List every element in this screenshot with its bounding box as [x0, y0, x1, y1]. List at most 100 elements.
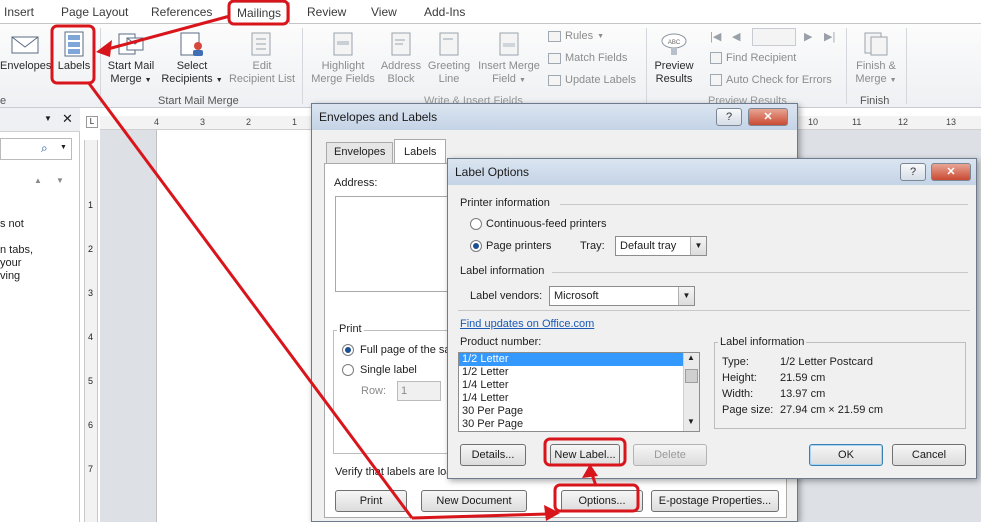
scroll-up-icon[interactable]: ▲ [687, 353, 695, 362]
delete-button[interactable]: Delete [633, 444, 707, 466]
nav-text-line: your [0, 257, 22, 269]
tab-mailings[interactable]: Mailings [228, 2, 291, 25]
verify-labels-text: Verify that labels are loa [335, 466, 453, 478]
envelope-icon [11, 36, 39, 54]
label-options-dialog: Label Options ? ✕ Printer information Co… [447, 158, 977, 479]
help-button[interactable]: ? [900, 163, 926, 181]
next-record-icon[interactable]: ▶ [804, 30, 812, 43]
close-pane-icon[interactable]: ✕ [62, 111, 73, 127]
row-label: Row: [361, 385, 387, 397]
tab-envelopes[interactable]: Envelopes [326, 142, 394, 163]
full-page-radio[interactable] [342, 344, 354, 356]
tab-page-layout[interactable]: Page Layout [61, 5, 128, 19]
list-item[interactable]: 30 Per Page [459, 418, 699, 431]
single-label-radio[interactable] [342, 364, 354, 376]
list-item[interactable]: 1/2 Letter [459, 353, 699, 366]
close-button[interactable]: ✕ [748, 108, 788, 126]
new-document-button[interactable]: New Document [421, 490, 527, 512]
scroll-down-icon[interactable]: ▼ [687, 417, 695, 426]
greeting-line-button[interactable]: Greeting Line [424, 30, 474, 86]
tray-label: Tray: [580, 240, 605, 252]
details-button[interactable]: Details... [460, 444, 526, 466]
envelopes-button[interactable]: Envelopes [0, 30, 51, 73]
navigation-search-input[interactable]: ⌕ ▼ [0, 138, 72, 160]
previous-result-icon[interactable]: ▲ [34, 176, 42, 185]
match-fields-button[interactable]: Match Fields [548, 52, 627, 64]
cancel-button[interactable]: Cancel [892, 444, 966, 466]
ruler-number: 6 [88, 420, 94, 430]
first-record-icon[interactable]: |◀ [710, 30, 721, 43]
dialog-title: Label Options [455, 165, 530, 179]
print-button[interactable]: Print [335, 490, 407, 512]
tab-envelopes-label: Envelopes [334, 146, 386, 158]
list-item[interactable]: 1/2 Letter [459, 366, 699, 379]
tab-selector[interactable]: L [86, 116, 98, 128]
edit-recipient-list-button[interactable]: Edit Recipient List [226, 30, 298, 86]
vertical-ruler[interactable]: 1 2 3 4 5 6 7 [84, 140, 98, 522]
next-result-icon[interactable]: ▼ [56, 176, 64, 185]
new-label-button[interactable]: New Label... [550, 444, 620, 466]
e-postage-properties-button[interactable]: E-postage Properties... [651, 490, 779, 512]
new-label-label: New Label... [554, 449, 616, 461]
find-updates-link[interactable]: Find updates on Office.com [460, 318, 594, 330]
scroll-thumb[interactable] [685, 369, 698, 383]
row-input[interactable]: 1 [397, 381, 441, 401]
tab-view[interactable]: View [371, 5, 397, 19]
rules-button[interactable]: Rules ▼ [548, 30, 604, 42]
tray-select[interactable]: Default tray ▼ [615, 236, 707, 256]
tab-add-ins[interactable]: Add-Ins [424, 5, 465, 19]
rules-icon [548, 30, 561, 42]
tab-labels[interactable]: Labels [394, 139, 447, 164]
chevron-down-icon[interactable]: ▼ [678, 287, 694, 305]
insert-merge-label-2: Field [492, 73, 516, 85]
chevron-down-icon[interactable]: ▼ [690, 237, 706, 255]
options-button[interactable]: Options... [561, 490, 643, 512]
chevron-down-icon: ▼ [597, 32, 605, 40]
info-value: 1/2 Letter Postcard [780, 356, 873, 368]
start-mail-merge-button[interactable]: Start Mail Merge ▼ [104, 30, 158, 87]
page-printers-radio[interactable] [470, 240, 482, 252]
info-value: 21.59 cm [780, 372, 826, 384]
single-label-label: Single label [360, 364, 417, 376]
chevron-down-icon[interactable]: ▼ [60, 144, 67, 151]
finish-merge-button[interactable]: Finish & Merge ▼ [850, 30, 902, 87]
last-record-icon[interactable]: ▶| [824, 30, 835, 43]
label-vendors-select[interactable]: Microsoft ▼ [549, 286, 695, 306]
previous-record-icon[interactable]: ◀ [732, 30, 740, 43]
highlight-label-2: Merge Fields [311, 73, 375, 85]
finish-merge-icon [864, 32, 888, 56]
select-recipients-button[interactable]: Select Recipients ▼ [160, 30, 224, 87]
label-vendors-value: Microsoft [554, 290, 599, 302]
close-button[interactable]: ✕ [931, 163, 971, 181]
tab-references[interactable]: References [151, 5, 212, 19]
check-errors-icon [710, 74, 722, 86]
list-item[interactable]: 30 Per Page [459, 405, 699, 418]
info-key: Height: [722, 372, 757, 384]
rules-label: Rules [565, 30, 594, 42]
continuous-feed-radio[interactable] [470, 218, 482, 230]
preview-results-button[interactable]: ABC Preview Results [650, 30, 698, 86]
insert-merge-field-button[interactable]: Insert Merge Field ▼ [474, 30, 544, 87]
record-number-input[interactable] [752, 28, 796, 46]
ribbon: Envelopes Labels e Start Mail Merge ▼ Se… [0, 24, 981, 108]
labels-button[interactable]: Labels [54, 30, 94, 73]
ruler-number: 7 [88, 464, 94, 474]
tab-review[interactable]: Review [307, 5, 346, 19]
tab-labels-label: Labels [404, 146, 437, 158]
product-number-list[interactable]: 1/2 Letter 1/2 Letter 1/4 Letter 1/4 Let… [458, 352, 700, 432]
tab-insert[interactable]: Insert [4, 5, 34, 19]
greeting-line-label-1: Greeting [427, 60, 471, 72]
highlight-merge-fields-button[interactable]: Highlight Merge Fields [308, 30, 378, 86]
list-item[interactable]: 1/4 Letter [459, 379, 699, 392]
address-textarea[interactable] [335, 196, 465, 292]
help-button[interactable]: ? [716, 108, 742, 126]
update-labels-button[interactable]: Update Labels [548, 74, 636, 86]
list-item[interactable]: 1/4 Letter [459, 392, 699, 405]
address-block-button[interactable]: Address Block [378, 30, 424, 86]
find-recipient-button[interactable]: Find Recipient [710, 52, 796, 64]
auto-check-errors-button[interactable]: Auto Check for Errors [710, 74, 832, 86]
ok-button[interactable]: OK [809, 444, 883, 466]
list-scrollbar[interactable]: ▲ ▼ [683, 353, 699, 431]
ruler-number: 3 [200, 117, 206, 127]
pane-options-chevron-icon[interactable]: ▼ [44, 114, 52, 123]
